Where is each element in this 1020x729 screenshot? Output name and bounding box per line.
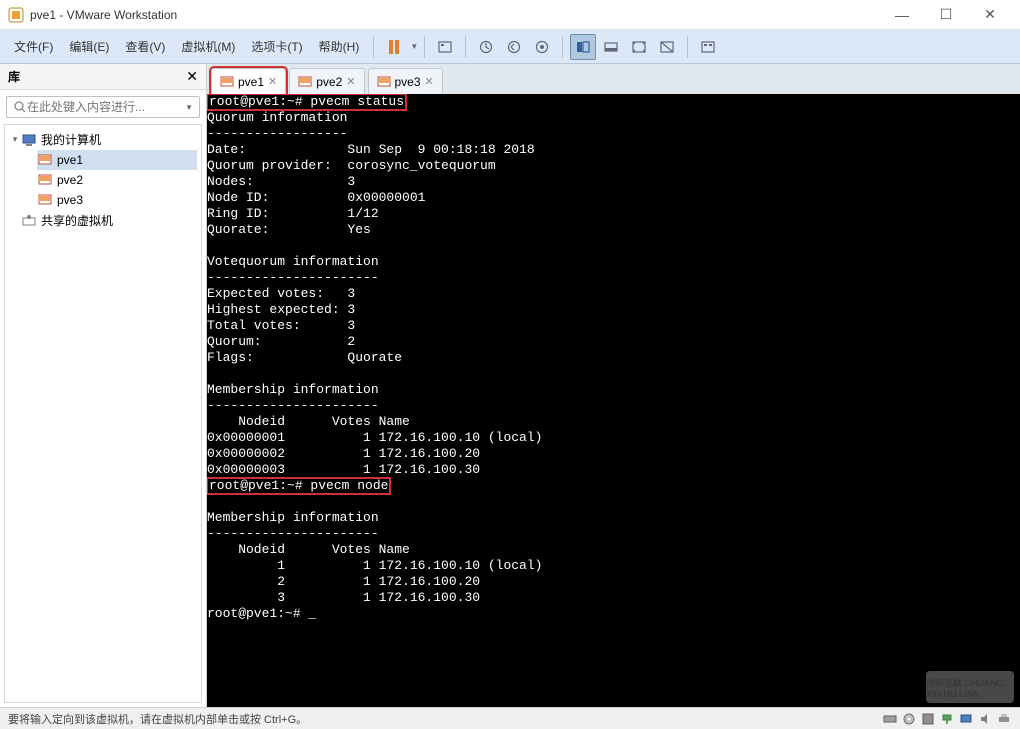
content-area: pve1 ✕ pve2 ✕ pve3 ✕ root@pve1:~# pvecm … xyxy=(207,64,1020,707)
sidebar-title: 库 xyxy=(8,68,186,85)
separator xyxy=(373,36,374,58)
minimize-button[interactable]: — xyxy=(880,0,924,30)
maximize-button[interactable]: ☐ xyxy=(924,0,968,30)
printer-icon[interactable] xyxy=(996,711,1012,727)
snapshot-button[interactable] xyxy=(473,34,499,60)
network-icon[interactable] xyxy=(939,711,955,727)
vm-console[interactable]: root@pve1:~# pvecm status Quorum informa… xyxy=(207,94,1020,707)
send-ctrlaltdel-button[interactable] xyxy=(432,34,458,60)
unity-button[interactable] xyxy=(654,34,680,60)
tab-close-button[interactable]: ✕ xyxy=(425,75,434,88)
menu-help[interactable]: 帮助(H) xyxy=(311,34,368,59)
vm-icon xyxy=(377,75,391,89)
snapshot-revert-button[interactable] xyxy=(501,34,527,60)
library-tree: ▾ 我的计算机 pve1 pve2 pve3 xyxy=(4,124,202,703)
tree-root-mycomputer[interactable]: ▾ 我的计算机 xyxy=(9,129,197,150)
vm-icon xyxy=(220,75,234,89)
status-message: 要将输入定向到该虚拟机，请在虚拟机内部单击或按 Ctrl+G。 xyxy=(8,711,882,727)
pause-button[interactable] xyxy=(381,34,407,60)
sidebar-close-button[interactable]: ✕ xyxy=(186,68,198,85)
library-sidebar: 库 ✕ ▼ ▾ 我的计算机 pve1 pve2 xyxy=(0,64,207,707)
sidebar-header: 库 ✕ xyxy=(0,64,206,90)
menu-bar: 文件(F) 编辑(E) 查看(V) 虚拟机(M) 选项卡(T) 帮助(H) ▼ xyxy=(0,30,1020,64)
tree-label: 共享的虚拟机 xyxy=(41,212,113,229)
speaker-icon[interactable] xyxy=(977,711,993,727)
tab-strip: pve1 ✕ pve2 ✕ pve3 ✕ xyxy=(207,64,1020,94)
tab-label: pve1 xyxy=(238,75,264,89)
vm-icon xyxy=(37,192,53,208)
menu-edit[interactable]: 编辑(E) xyxy=(61,34,117,59)
search-input[interactable] xyxy=(27,100,185,114)
tree-label: pve1 xyxy=(57,153,83,167)
tab-pve3[interactable]: pve3 ✕ xyxy=(368,68,443,94)
highlight-command-1: root@pve1:~# pvecm status xyxy=(207,94,406,110)
status-device-icons xyxy=(882,711,1012,727)
search-dropdown[interactable]: ▼ xyxy=(185,103,193,112)
vm-icon xyxy=(37,152,53,168)
separator xyxy=(424,36,425,58)
computer-icon xyxy=(21,132,37,148)
library-button[interactable] xyxy=(695,34,721,60)
close-button[interactable]: ✕ xyxy=(968,0,1012,30)
status-bar: 要将输入定向到该虚拟机，请在虚拟机内部单击或按 Ctrl+G。 xyxy=(0,707,1020,729)
tab-label: pve2 xyxy=(316,75,342,89)
menu-file[interactable]: 文件(F) xyxy=(6,34,61,59)
tree-label: 我的计算机 xyxy=(41,131,101,148)
vmware-logo-icon xyxy=(8,7,24,23)
vm-icon xyxy=(37,172,53,188)
search-box[interactable]: ▼ xyxy=(6,96,200,118)
view-thumbnail-button[interactable] xyxy=(598,34,624,60)
pause-icon xyxy=(389,40,399,54)
search-icon xyxy=(13,100,27,114)
cd-icon[interactable] xyxy=(901,711,917,727)
separator xyxy=(465,36,466,58)
watermark: 创新互联 CHUANG XIN HU LIAN xyxy=(926,671,1014,703)
tab-close-button[interactable]: ✕ xyxy=(346,75,355,88)
tree-vm-pve2[interactable]: pve2 xyxy=(37,170,197,190)
console-output: root@pve1:~# pvecm status Quorum informa… xyxy=(207,94,1020,622)
tab-pve1[interactable]: pve1 ✕ xyxy=(211,68,286,94)
main-area: 库 ✕ ▼ ▾ 我的计算机 pve1 pve2 xyxy=(0,64,1020,707)
tab-label: pve3 xyxy=(395,75,421,89)
window-controls: — ☐ ✕ xyxy=(880,0,1012,30)
separator xyxy=(562,36,563,58)
view-console-button[interactable] xyxy=(570,34,596,60)
tree-label: pve3 xyxy=(57,193,83,207)
menu-tabs[interactable]: 选项卡(T) xyxy=(243,34,310,59)
tree-shared-vms[interactable]: 共享的虚拟机 xyxy=(9,210,197,231)
window-title: pve1 - VMware Workstation xyxy=(30,8,880,22)
title-bar: pve1 - VMware Workstation — ☐ ✕ xyxy=(0,0,1020,30)
tree-vm-pve3[interactable]: pve3 xyxy=(37,190,197,210)
tree-vm-pve1[interactable]: pve1 xyxy=(37,150,197,170)
fullscreen-button[interactable] xyxy=(626,34,652,60)
power-dropdown[interactable]: ▼ xyxy=(410,42,418,51)
tree-label: pve2 xyxy=(57,173,83,187)
tab-pve2[interactable]: pve2 ✕ xyxy=(289,68,364,94)
shared-icon xyxy=(21,213,37,229)
menu-vm[interactable]: 虚拟机(M) xyxy=(173,34,243,59)
tab-close-button[interactable]: ✕ xyxy=(268,75,277,88)
menu-view[interactable]: 查看(V) xyxy=(117,34,173,59)
floppy-icon[interactable] xyxy=(920,711,936,727)
separator xyxy=(687,36,688,58)
highlight-command-2: root@pve1:~# pvecm node xyxy=(207,478,390,494)
vm-icon xyxy=(298,75,312,89)
display-icon[interactable] xyxy=(958,711,974,727)
hdd-icon[interactable] xyxy=(882,711,898,727)
snapshot-manager-button[interactable] xyxy=(529,34,555,60)
